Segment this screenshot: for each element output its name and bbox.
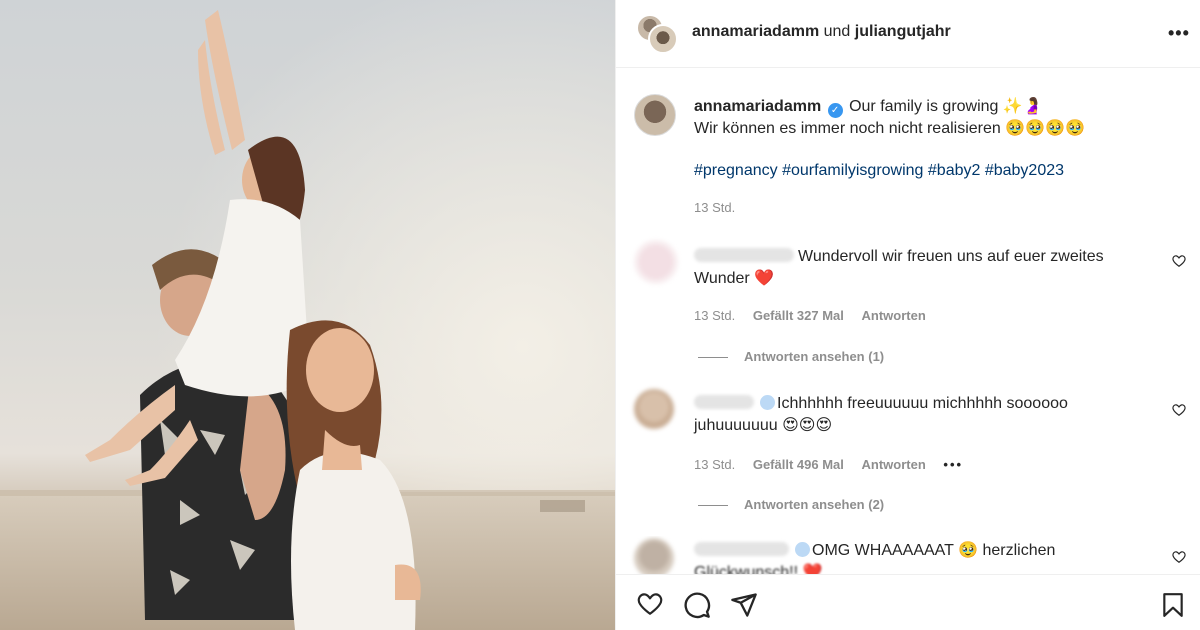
comment-body-cut: Glückwunsch!! ❤️ [694, 564, 823, 574]
author-connector: und [823, 23, 851, 40]
comment-text: OMG WHAAAAAAT 🥹 herzlichen Glückwunsch!!… [694, 540, 1154, 574]
reply-button[interactable]: Antworten [862, 308, 926, 323]
avatar[interactable] [634, 538, 674, 574]
post-actions-bar [616, 574, 1200, 630]
comment-icon[interactable] [683, 591, 711, 624]
like-comment-heart-icon[interactable] [1172, 254, 1186, 273]
comment-likes[interactable]: Gefällt 327 Mal [753, 308, 844, 323]
avatar[interactable] [634, 389, 674, 429]
caption-timestamp: 13 Std. [694, 200, 736, 215]
comment-time: 13 Std. [694, 308, 736, 323]
avatar[interactable] [634, 240, 678, 284]
view-replies-button[interactable]: Antworten ansehen (1) [698, 349, 884, 364]
collab-avatars[interactable] [636, 14, 678, 56]
like-comment-heart-icon[interactable] [1172, 403, 1186, 422]
caption-hashtags[interactable]: #pregnancy #ourfamilyisgrowing #baby2 #b… [694, 160, 1174, 182]
verified-badge-icon [795, 542, 810, 557]
heart-icon[interactable] [636, 591, 664, 622]
comment-body: OMG WHAAAAAAT 🥹 herzlichen [812, 542, 1056, 559]
comment-meta: 13 Std. Gefällt 327 Mal Antworten [694, 308, 940, 323]
avatar[interactable] [634, 94, 676, 136]
send-icon[interactable] [730, 591, 758, 624]
instagram-post: annamariadamm und juliangutjahr ••• anna… [0, 0, 1200, 630]
post-header: annamariadamm und juliangutjahr ••• [616, 0, 1200, 68]
caption-text: annamariadamm ✓ Our family is growing ✨🤰… [694, 96, 1174, 182]
bookmark-icon[interactable] [1160, 591, 1186, 624]
verified-badge-icon: ✓ [827, 103, 843, 118]
comment-options-icon[interactable]: ••• [943, 457, 963, 472]
caption-line-1: Our family is growing ✨🤰 [849, 98, 1043, 115]
verified-badge-icon [760, 395, 775, 410]
blurred-username [694, 248, 794, 262]
comment-text: Ichhhhhh freeuuuuuu michhhhh soooooo juh… [694, 393, 1154, 437]
post-authors: annamariadamm und juliangutjahr [692, 23, 951, 41]
comment-likes[interactable]: Gefällt 496 Mal [753, 457, 844, 472]
caption-username[interactable]: annamariadamm [694, 98, 821, 115]
comment-meta: 13 Std. Gefällt 496 Mal Antworten ••• [694, 457, 977, 472]
comment-item: OMG WHAAAAAAT 🥹 herzlichen Glückwunsch!!… [616, 536, 1200, 574]
post-photo[interactable] [0, 0, 615, 630]
like-comment-heart-icon[interactable] [1172, 550, 1186, 569]
author-link[interactable]: juliangutjahr [855, 23, 951, 40]
caption-line-2: Wir können es immer noch nicht realisier… [694, 120, 1085, 137]
view-replies-button[interactable]: Antworten ansehen (2) [698, 497, 884, 512]
more-options-icon[interactable]: ••• [1168, 23, 1190, 44]
author-link[interactable]: annamariadamm [692, 23, 819, 40]
comment-time: 13 Std. [694, 457, 736, 472]
blurred-username [694, 395, 754, 409]
comment-text: Wundervoll wir freuen uns auf euer zweit… [694, 246, 1154, 290]
blurred-username [694, 542, 789, 556]
reply-button[interactable]: Antworten [862, 457, 926, 472]
avatar[interactable] [648, 24, 678, 54]
family-beach-photo [0, 0, 615, 630]
post-side-panel: annamariadamm und juliangutjahr ••• anna… [615, 0, 1200, 630]
